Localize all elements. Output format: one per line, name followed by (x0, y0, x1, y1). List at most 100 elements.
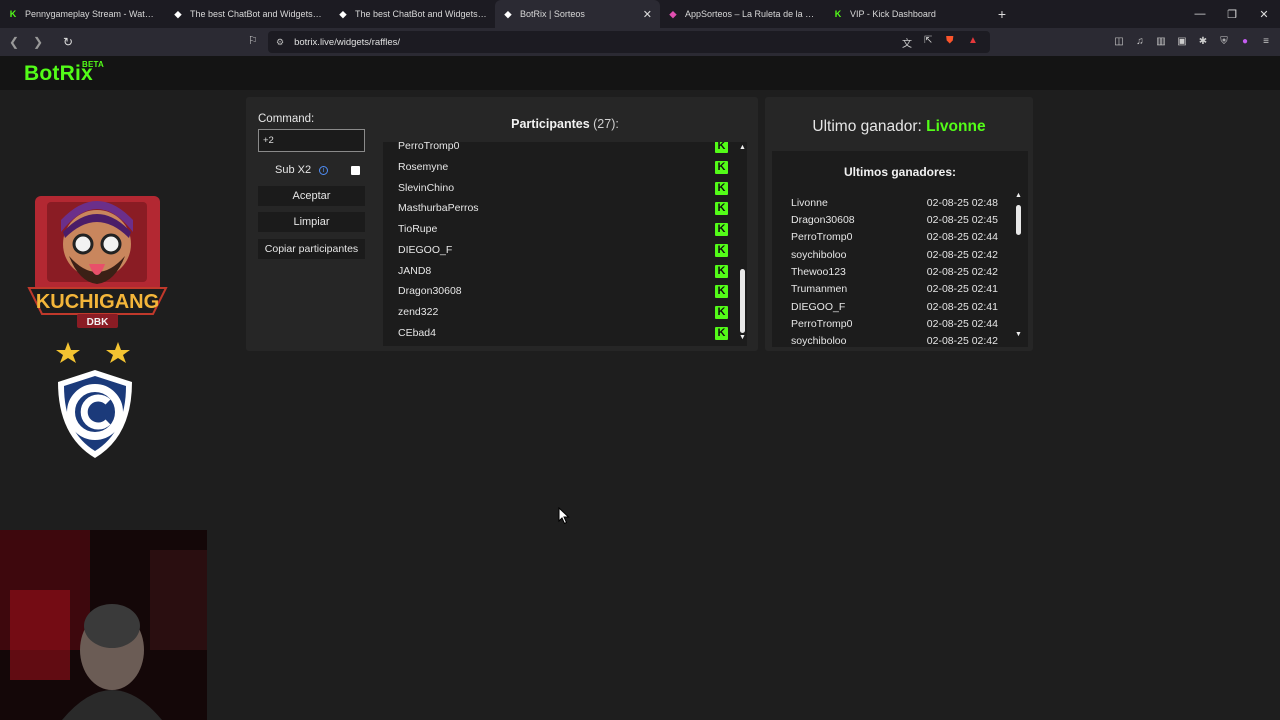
browser-tab[interactable]: ◆ The best ChatBot and Widgets fo (165, 0, 330, 28)
browser-tab[interactable]: ◆ AppSorteos – La Ruleta de la Suerte (660, 0, 825, 28)
winners-list[interactable]: Ultimos ganadores: Livonne 02-08-25 02:4… (772, 151, 1028, 347)
forward-icon[interactable]: ❯ (28, 35, 48, 49)
sub-x2-label: Sub X2 (275, 164, 312, 176)
scroll-up-icon[interactable]: ▲ (739, 144, 746, 151)
tab-title: VIP - Kick Dashboard (850, 9, 936, 19)
participant-name: CEbad4 (398, 327, 436, 339)
winner-name: Livonne (791, 196, 828, 209)
tab-strip: K Pennygameplay Stream - Watch Live ◆ Th… (0, 0, 1280, 28)
reload-icon[interactable]: ↻ (58, 35, 78, 49)
winner-time: 02-08-25 02:42 (926, 334, 998, 347)
minimize-icon[interactable]: — (1184, 0, 1216, 28)
info-icon[interactable]: i (319, 165, 329, 175)
extensions-icon[interactable]: ✱ (1197, 34, 1209, 48)
leo-ai-icon[interactable]: ● (1239, 34, 1251, 48)
address-bar[interactable]: ⚙ botrix.live/widgets/raffles/ 文 ⇱ ⛊ ▲ (268, 31, 990, 53)
toolbar-icons: ◫ ♫ ▥ ▣ ✱ ⛨ ● ≡ (1113, 34, 1272, 48)
winner-row: PerroTromp0 02-08-25 02:44 (791, 315, 998, 332)
participants-count: (27): (593, 117, 619, 131)
star-icon (106, 342, 130, 363)
winner-name: DIEGOO_F (791, 300, 846, 313)
browser-tab[interactable]: ◆ The best ChatBot and Widgets for Ki (330, 0, 495, 28)
screenshot-icon[interactable]: ◫ (1113, 34, 1125, 48)
participant-name: Rosemyne (398, 161, 449, 173)
webcam-feed (0, 530, 207, 720)
list-item: Dragon30608 K (398, 281, 728, 301)
kick-icon: K (715, 264, 728, 278)
scroll-up-icon[interactable]: ▲ (1015, 192, 1022, 199)
winner-row: Dragon30608 02-08-25 02:45 (791, 211, 998, 228)
kuchigang-logo: KUCHIGANG DBK (27, 196, 168, 328)
winner-time: 02-08-25 02:42 (926, 248, 998, 261)
botrix-icon: ◆ (174, 8, 182, 19)
kuchigang-text: KUCHIGANG (36, 291, 159, 313)
command-input[interactable] (258, 129, 365, 152)
sub-x2-row: Sub X2 i (275, 164, 361, 176)
winners-scrollbar[interactable] (1016, 205, 1021, 235)
scroll-down-icon[interactable]: ▼ (1015, 331, 1022, 338)
winner-row: DIEGOO_F 02-08-25 02:41 (791, 298, 998, 315)
participant-name: zend322 (398, 306, 439, 318)
winner-name: Thewoo123 (791, 265, 846, 278)
kick-icon: K (834, 9, 842, 19)
bookmark-icon[interactable]: ⚐ (248, 34, 258, 47)
botrix-logo[interactable]: BotRix BETA (24, 60, 104, 86)
translate-icon[interactable]: 文 (902, 35, 912, 50)
winner-name: Trumanmen (791, 282, 848, 295)
kick-icon: K (715, 284, 728, 298)
clear-button[interactable]: Limpiar (258, 212, 365, 232)
share-icon[interactable]: ⇱ (924, 35, 932, 46)
sidebar-icon[interactable]: ▥ (1155, 34, 1167, 48)
list-item: Rosemyne K (398, 157, 728, 177)
team-crest (56, 342, 132, 458)
brave-rewards-icon[interactable]: ▲ (968, 35, 978, 46)
list-item: CEbad4 K (398, 323, 728, 343)
new-tab-button[interactable]: + (990, 6, 1014, 22)
tab-title: The best ChatBot and Widgets for Ki (355, 9, 487, 19)
participants-list[interactable]: PerroTromp0 K Rosemyne K SlevinChino K M… (383, 142, 747, 346)
winner-row: Trumanmen 02-08-25 02:41 (791, 280, 998, 297)
winner-row: soychiboloo 02-08-25 02:42 (791, 332, 998, 347)
brave-shield-icon[interactable]: ⛊ (946, 35, 954, 46)
list-item: zend322 K (398, 302, 728, 322)
menu-icon[interactable]: ≡ (1260, 34, 1272, 48)
botrix-icon: ◆ (504, 8, 512, 19)
kick-icon: K (715, 201, 728, 215)
close-window-icon[interactable]: ✕ (1248, 0, 1280, 28)
kick-icon: K (9, 9, 17, 19)
browser-tab[interactable]: K Pennygameplay Stream - Watch Live (0, 0, 165, 28)
back-icon[interactable]: ❮ (4, 35, 24, 49)
wallet-icon[interactable]: ▣ (1176, 34, 1188, 48)
last-winner-label: Ultimo ganador: (812, 118, 922, 135)
command-label: Command: (258, 113, 315, 125)
kick-icon: K (715, 181, 728, 195)
participant-name: PerroTromp0 (398, 142, 460, 152)
kick-icon: K (715, 142, 728, 153)
winner-name: PerroTromp0 (791, 317, 853, 330)
vpn-icon[interactable]: ⛨ (1218, 34, 1230, 48)
list-item: MasthurbaPerros K (398, 198, 728, 218)
restore-icon[interactable]: ❐ (1216, 0, 1248, 28)
close-tab-icon[interactable]: ✕ (643, 8, 652, 21)
tab-title: The best ChatBot and Widgets fo (190, 9, 322, 19)
scroll-down-icon[interactable]: ▼ (739, 334, 746, 341)
participant-name: MasthurbaPerros (398, 202, 479, 214)
accept-button[interactable]: Aceptar (258, 186, 365, 206)
music-icon[interactable]: ♫ (1134, 34, 1146, 48)
mouse-cursor-icon (558, 507, 570, 525)
winner-row: PerroTromp0 02-08-25 02:44 (791, 228, 998, 245)
kick-icon: K (715, 160, 728, 174)
copy-participants-button[interactable]: Copiar participantes (258, 239, 365, 259)
participants-scrollbar[interactable] (740, 269, 745, 333)
url-text[interactable]: botrix.live/widgets/raffles/ (294, 37, 400, 48)
appsorteos-icon: ◆ (669, 8, 677, 19)
winner-name: soychiboloo (791, 334, 847, 347)
browser-tab-active[interactable]: ◆ BotRix | Sorteos ✕ (495, 0, 660, 28)
winner-row: Thewoo123 02-08-25 02:42 (791, 263, 998, 280)
site-info-icon[interactable]: ⚙ (276, 37, 284, 48)
list-item: SlevinChino K (398, 178, 728, 198)
browser-tab[interactable]: K VIP - Kick Dashboard (825, 0, 990, 28)
sub-x2-checkbox[interactable] (351, 165, 361, 175)
participants-title: Participantes (27): (383, 117, 747, 131)
kick-icon: K (715, 222, 728, 236)
